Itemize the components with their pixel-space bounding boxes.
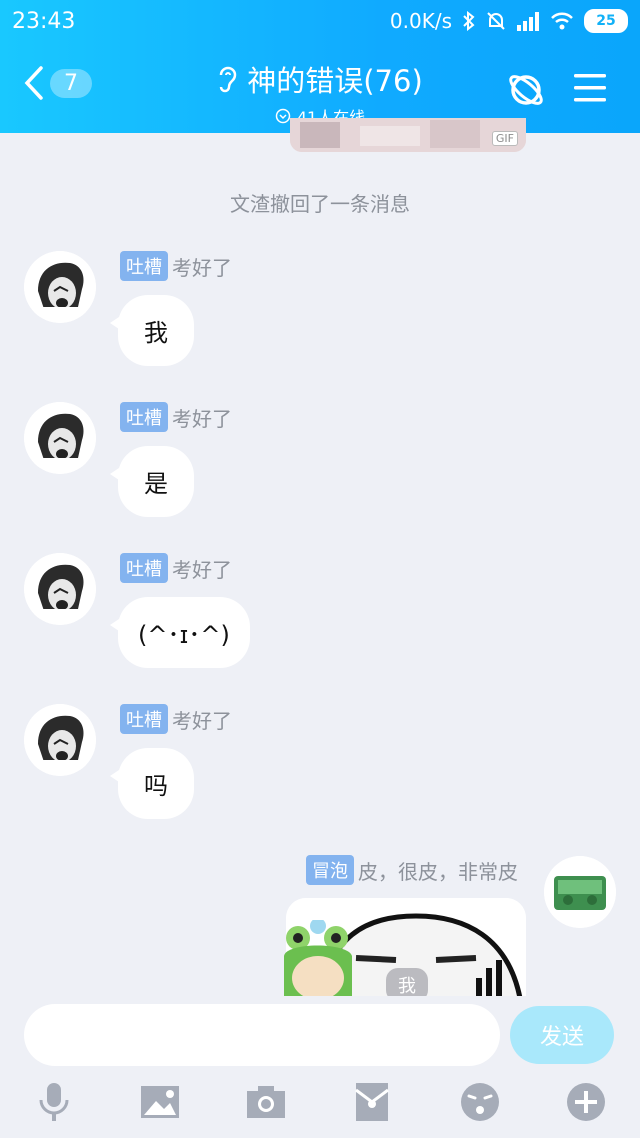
- recall-notice: 文渣撤回了一条消息: [230, 192, 410, 216]
- user-tag: 吐槽: [120, 402, 168, 432]
- photo-button[interactable]: [132, 1078, 188, 1126]
- message-row: 吐槽 考好了 (^･ɪ･^): [24, 553, 624, 683]
- input-toolbar: [0, 1078, 640, 1134]
- signal-icon: [516, 11, 540, 31]
- ear-icon: [217, 65, 239, 93]
- gif-label: GIF: [491, 131, 518, 146]
- menu-button[interactable]: [572, 72, 608, 104]
- my-name[interactable]: 皮，很皮，非常皮: [358, 856, 518, 885]
- send-button[interactable]: 发送: [510, 1006, 614, 1064]
- more-button[interactable]: [558, 1078, 614, 1126]
- my-message-meta: 冒泡 皮，很皮，非常皮: [306, 855, 518, 885]
- battery-indicator: 25: [584, 9, 628, 33]
- hamburger-menu-icon: [572, 72, 608, 104]
- frog-character-sticker: [276, 920, 366, 1000]
- camera-icon: [246, 1085, 286, 1119]
- message-bubble[interactable]: 是: [110, 446, 194, 517]
- message-row: 吐槽 考好了 我: [24, 251, 624, 381]
- user-tag: 吐槽: [120, 553, 168, 583]
- planet-button[interactable]: [506, 70, 546, 110]
- message-bubble[interactable]: 我: [110, 295, 194, 366]
- sender-name[interactable]: 考好了: [172, 252, 232, 281]
- user-tag: 吐槽: [120, 251, 168, 281]
- red-packet-button[interactable]: [344, 1078, 400, 1126]
- plus-icon: [566, 1082, 606, 1122]
- my-avatar[interactable]: [544, 856, 616, 928]
- wifi-icon: [550, 11, 574, 31]
- input-bar: 发送: [0, 996, 640, 1138]
- status-icons: 0.0K/s 25: [390, 9, 628, 33]
- status-bar: 23:43 0.0K/s 25: [0, 0, 640, 46]
- message-row: 吐槽 考好了 吗: [24, 704, 624, 834]
- chat-title: 神的错误(76): [247, 64, 423, 98]
- message-bubble[interactable]: 吗: [110, 748, 194, 819]
- avatar[interactable]: [24, 402, 96, 474]
- emoji-face-icon: [460, 1082, 500, 1122]
- sender-name[interactable]: 考好了: [172, 705, 232, 734]
- message-row: 吐槽 考好了 是: [24, 402, 624, 532]
- previous-image-message[interactable]: GIF: [290, 118, 526, 152]
- user-tag: 吐槽: [120, 704, 168, 734]
- avatar[interactable]: [24, 251, 96, 323]
- chat-header: 23:43 0.0K/s 25 7 神的错误(76): [0, 0, 640, 133]
- net-speed: 0.0K/s: [389, 9, 452, 33]
- sender-name[interactable]: 考好了: [172, 403, 232, 432]
- online-status-icon: [275, 108, 291, 124]
- status-time: 23:43: [12, 9, 76, 34]
- red-packet-icon: [355, 1082, 389, 1122]
- message-bubble[interactable]: (^･ɪ･^): [110, 597, 250, 668]
- avatar[interactable]: [24, 704, 96, 776]
- message-input[interactable]: [24, 1004, 500, 1066]
- sender-name[interactable]: 考好了: [172, 554, 232, 583]
- user-tag: 冒泡: [306, 855, 354, 885]
- camera-button[interactable]: [238, 1078, 294, 1126]
- mute-bell-icon: [486, 11, 506, 31]
- bluetooth-icon: [462, 11, 476, 31]
- planet-icon: [506, 70, 546, 110]
- voice-button[interactable]: [26, 1078, 82, 1126]
- avatar[interactable]: [24, 553, 96, 625]
- image-icon: [140, 1085, 180, 1119]
- microphone-icon: [38, 1082, 70, 1122]
- emoji-button[interactable]: [452, 1078, 508, 1126]
